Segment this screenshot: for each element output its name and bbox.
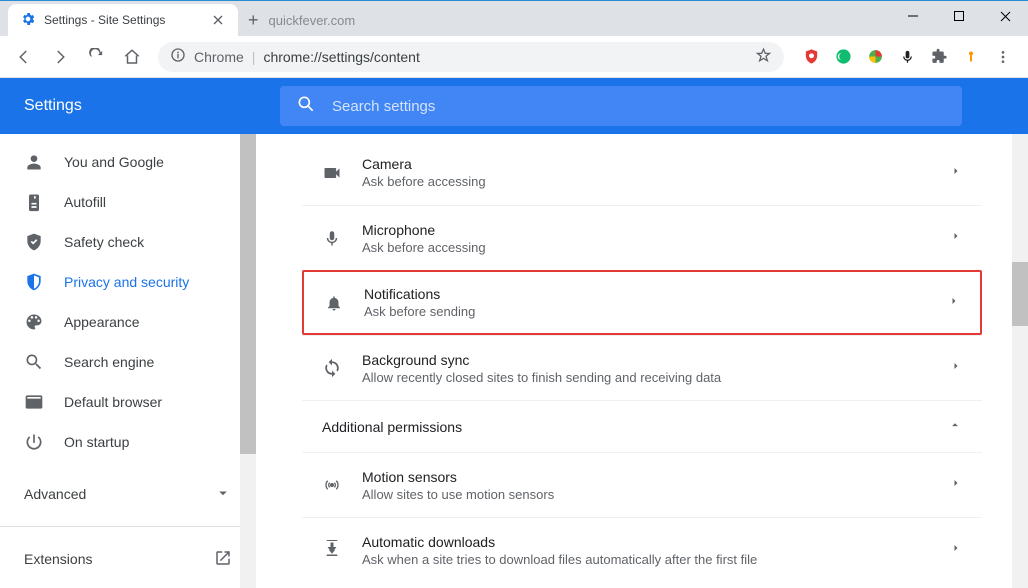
chevron-right-icon xyxy=(950,476,962,494)
permission-row-camera[interactable]: Camera Ask before accessing xyxy=(302,140,982,205)
omnibox-separator: | xyxy=(252,49,256,65)
microphone-icon[interactable] xyxy=(898,48,916,66)
sync-icon xyxy=(322,358,342,378)
close-tab-icon[interactable] xyxy=(210,12,226,28)
sidebar-item-default-browser[interactable]: Default browser xyxy=(0,382,256,422)
sidebar-item-label: Search engine xyxy=(64,354,154,370)
sidebar-advanced-label: Advanced xyxy=(24,486,86,502)
settings-search[interactable] xyxy=(280,86,962,126)
extension-icons xyxy=(794,48,1020,66)
additional-permissions-header[interactable]: Additional permissions xyxy=(302,400,982,452)
back-button[interactable] xyxy=(8,41,40,73)
sidebar-scrollbar-thumb[interactable] xyxy=(240,134,256,454)
extension-icon-green-circle[interactable] xyxy=(834,48,852,66)
main-scrollbar-thumb[interactable] xyxy=(1012,262,1028,326)
settings-gear-icon xyxy=(20,11,36,30)
permission-subtitle: Ask before sending xyxy=(364,304,928,319)
sidebar-item-you-and-google[interactable]: You and Google xyxy=(0,142,256,182)
title-bar: Settings - Site Settings + quickfever.co… xyxy=(0,1,1028,36)
open-external-icon xyxy=(214,549,232,570)
forward-button[interactable] xyxy=(44,41,76,73)
extensions-puzzle-icon[interactable] xyxy=(930,48,948,66)
content-area: You and Google Autofill Safety check Pri… xyxy=(0,134,1028,588)
sidebar-scrollbar[interactable] xyxy=(240,134,256,588)
extension-icon-person[interactable] xyxy=(962,48,980,66)
chevron-right-icon xyxy=(950,164,962,182)
sidebar-item-label: Safety check xyxy=(64,234,144,250)
omnibox-scheme: Chrome xyxy=(194,49,244,65)
omnibox-url: chrome://settings/content xyxy=(263,49,419,65)
camera-icon xyxy=(322,163,342,183)
sidebar-item-label: Default browser xyxy=(64,394,162,410)
section-title: Additional permissions xyxy=(322,419,462,435)
permission-row-background-sync[interactable]: Background sync Allow recently closed si… xyxy=(302,335,982,400)
window-controls xyxy=(890,1,1028,31)
permission-row-notifications[interactable]: Notifications Ask before sending xyxy=(302,270,982,335)
sidebar-item-privacy-security[interactable]: Privacy and security xyxy=(0,262,256,302)
permission-row-microphone[interactable]: Microphone Ask before accessing xyxy=(302,205,982,270)
sidebar-separator xyxy=(0,526,256,527)
sidebar-item-safety-check[interactable]: Safety check xyxy=(0,222,256,262)
permission-title: Background sync xyxy=(362,352,930,368)
search-icon xyxy=(296,94,316,119)
reload-button[interactable] xyxy=(80,41,112,73)
sidebar-item-appearance[interactable]: Appearance xyxy=(0,302,256,342)
permission-row-motion-sensors[interactable]: Motion sensors Allow sites to use motion… xyxy=(302,452,982,517)
sidebar-item-label: Autofill xyxy=(64,194,106,210)
minimize-button[interactable] xyxy=(890,1,936,31)
sidebar-item-label: You and Google xyxy=(64,154,164,170)
tab-title: Settings - Site Settings xyxy=(44,13,165,27)
permission-title: Automatic downloads xyxy=(362,534,930,550)
permission-subtitle: Allow sites to use motion sensors xyxy=(362,487,930,502)
settings-header: Settings xyxy=(0,78,1028,134)
sidebar-item-label: On startup xyxy=(64,434,129,450)
chevron-right-icon xyxy=(950,229,962,247)
browser-toolbar: Chrome | chrome://settings/content xyxy=(0,36,1028,78)
new-tab-button[interactable]: + xyxy=(248,10,259,31)
close-window-button[interactable] xyxy=(982,1,1028,31)
sidebar-item-autofill[interactable]: Autofill xyxy=(0,182,256,222)
ghost-tab-hint: quickfever.com xyxy=(269,13,356,28)
chrome-menu-icon[interactable] xyxy=(994,48,1012,66)
chevron-right-icon xyxy=(948,294,960,312)
chevron-down-icon xyxy=(214,484,232,505)
sidebar-extensions-link[interactable]: Extensions xyxy=(0,535,256,583)
chevron-right-icon xyxy=(950,359,962,377)
settings-title: Settings xyxy=(24,97,280,115)
permission-subtitle: Allow recently closed sites to finish se… xyxy=(362,370,930,385)
new-tab-area: + quickfever.com xyxy=(238,4,365,36)
bell-icon xyxy=(324,293,344,313)
extension-icon-red-shield[interactable] xyxy=(802,48,820,66)
browser-tab-active[interactable]: Settings - Site Settings xyxy=(8,4,238,36)
permission-title: Motion sensors xyxy=(362,469,930,485)
settings-search-input[interactable] xyxy=(332,98,946,115)
sidebar-advanced-toggle[interactable]: Advanced xyxy=(0,470,256,518)
permission-title: Notifications xyxy=(364,286,928,302)
permission-subtitle: Ask when a site tries to download files … xyxy=(362,552,930,567)
permission-title: Microphone xyxy=(362,222,930,238)
settings-sidebar: You and Google Autofill Safety check Pri… xyxy=(0,134,256,588)
permission-subtitle: Ask before accessing xyxy=(362,174,930,189)
bookmark-star-icon[interactable] xyxy=(755,47,772,67)
sidebar-extensions-label: Extensions xyxy=(24,551,92,567)
address-bar[interactable]: Chrome | chrome://settings/content xyxy=(158,42,784,72)
sidebar-item-label: Privacy and security xyxy=(64,274,189,290)
sidebar-item-search-engine[interactable]: Search engine xyxy=(0,342,256,382)
download-icon xyxy=(322,540,342,560)
site-info-icon[interactable] xyxy=(170,47,186,66)
extension-icon-globe[interactable] xyxy=(866,48,884,66)
sidebar-item-label: Appearance xyxy=(64,314,140,330)
settings-main: Camera Ask before accessing Microphone A… xyxy=(256,134,1028,588)
microphone-icon xyxy=(322,228,342,248)
permission-row-automatic-downloads[interactable]: Automatic downloads Ask when a site trie… xyxy=(302,517,982,582)
permission-subtitle: Ask before accessing xyxy=(362,240,930,255)
main-scrollbar[interactable] xyxy=(1012,134,1028,588)
maximize-button[interactable] xyxy=(936,1,982,31)
chevron-right-icon xyxy=(950,541,962,559)
motion-sensor-icon xyxy=(322,477,342,493)
permission-title: Camera xyxy=(362,156,930,172)
chevron-up-icon xyxy=(948,418,962,435)
sidebar-item-on-startup[interactable]: On startup xyxy=(0,422,256,462)
home-button[interactable] xyxy=(116,41,148,73)
